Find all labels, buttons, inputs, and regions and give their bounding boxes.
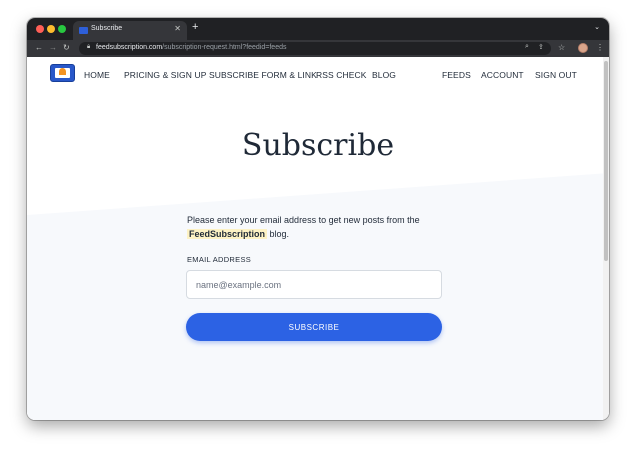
close-window-button[interactable] bbox=[36, 25, 44, 33]
url-text: feedsubscription.com/subscription-reques… bbox=[96, 44, 286, 51]
tab-strip: Subscribe ✕ + ⌄ bbox=[27, 18, 609, 40]
url-path: /subscription-request.html?feedid=feeds bbox=[162, 44, 287, 51]
browser-toolbar: ← → ↻ 🔒︎ feedsubscription.com/subscripti… bbox=[27, 40, 609, 57]
tab-close-icon[interactable]: ✕ bbox=[174, 24, 181, 33]
nav-feeds[interactable]: FEEDS bbox=[442, 70, 471, 80]
intro-text: Please enter your email address to get n… bbox=[187, 214, 447, 241]
page-content: HOME PRICING & SIGN UP SUBSCRIBE FORM & … bbox=[27, 57, 609, 420]
nav-account[interactable]: ACCOUNT bbox=[481, 70, 524, 80]
nav-blog[interactable]: BLOG bbox=[372, 70, 396, 80]
reload-icon[interactable]: ↻ bbox=[63, 43, 70, 52]
forward-icon[interactable]: → bbox=[49, 43, 57, 52]
profile-avatar[interactable] bbox=[578, 43, 588, 53]
url-host: feedsubscription.com bbox=[96, 44, 163, 51]
new-tab-button[interactable]: + bbox=[192, 21, 198, 33]
nav-subscribe-form-link[interactable]: SUBSCRIBE FORM & LINK bbox=[209, 70, 317, 80]
share-icon[interactable]: ⇪ bbox=[538, 43, 544, 51]
favicon-icon bbox=[79, 27, 88, 34]
site-logo[interactable] bbox=[50, 64, 75, 82]
nav-pricing-signup[interactable]: PRICING & SIGN UP bbox=[124, 70, 206, 80]
email-label: EMAIL ADDRESS bbox=[187, 255, 252, 264]
browser-window: Subscribe ✕ + ⌄ ← → ↻ 🔒︎ feedsubscriptio… bbox=[27, 18, 609, 420]
email-field[interactable] bbox=[186, 270, 442, 299]
logo-rss-icon bbox=[59, 68, 66, 75]
tab-search-icon[interactable]: ⌄ bbox=[594, 23, 600, 31]
scrollbar[interactable] bbox=[603, 57, 609, 420]
nav-home[interactable]: HOME bbox=[84, 70, 110, 80]
nav-rss-check[interactable]: RSS CHECK bbox=[316, 70, 367, 80]
tab-title: Subscribe bbox=[91, 25, 123, 32]
lock-icon[interactable]: 🔒︎ bbox=[87, 44, 90, 51]
star-icon[interactable]: ☆ bbox=[558, 43, 565, 52]
address-bar[interactable]: 🔒︎ feedsubscription.com/subscription-req… bbox=[79, 42, 551, 55]
back-icon[interactable]: ← bbox=[35, 43, 43, 52]
intro-after: blog. bbox=[269, 228, 290, 239]
intro-before: Please enter your email address to get n… bbox=[187, 215, 420, 225]
maximize-window-button[interactable] bbox=[58, 25, 66, 33]
tab-subscribe[interactable]: Subscribe ✕ bbox=[73, 21, 187, 40]
nav-sign-out[interactable]: SIGN OUT bbox=[535, 70, 577, 80]
menu-icon[interactable]: ⋮ bbox=[596, 43, 604, 52]
search-icon[interactable]: ⌕ bbox=[525, 43, 529, 51]
page-title: Subscribe bbox=[241, 128, 395, 163]
minimize-window-button[interactable] bbox=[47, 25, 55, 33]
subscribe-button[interactable]: SUBSCRIBE bbox=[186, 313, 442, 341]
blog-name: FeedSubscription bbox=[187, 228, 268, 239]
scrollbar-thumb[interactable] bbox=[604, 61, 608, 261]
